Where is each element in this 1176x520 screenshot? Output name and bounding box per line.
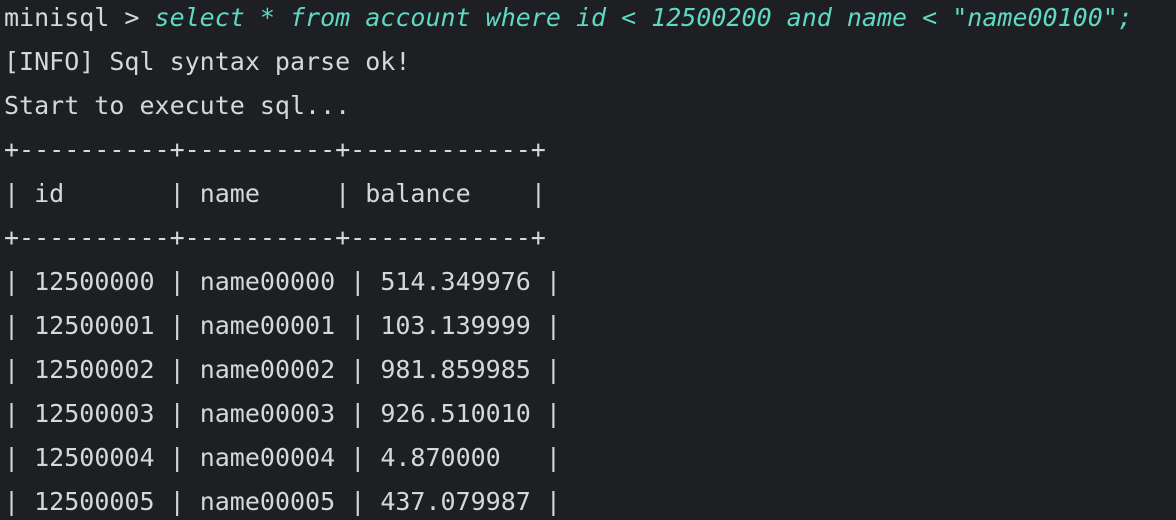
table-row: | 12500004 | name00004 | 4.870000 | xyxy=(4,443,561,472)
table-header: | id | name | balance | xyxy=(4,179,546,208)
sql-command: select * from account where id < 1250020… xyxy=(154,3,1133,32)
cell-id: 12500004 xyxy=(34,443,155,472)
cell-id: 12500002 xyxy=(34,355,155,384)
table-row: | 12500000 | name00000 | 514.349976 | xyxy=(4,267,561,296)
execute-message: Start to execute sql... xyxy=(4,91,351,120)
cell-name: name00004 xyxy=(199,443,336,472)
terminal-output[interactable]: minisql > select * from account where id… xyxy=(4,0,1176,520)
table-row: | 12500002 | name00002 | 981.859985 | xyxy=(4,355,561,384)
cell-name: name00005 xyxy=(199,487,336,516)
table-row: | 12500003 | name00003 | 926.510010 | xyxy=(4,399,561,428)
cell-id: 12500003 xyxy=(34,399,155,428)
table-border-top: +----------+----------+------------+ xyxy=(4,135,546,164)
cell-id: 12500005 xyxy=(34,487,155,516)
cell-name: name00000 xyxy=(199,267,336,296)
cell-name: name00002 xyxy=(199,355,336,384)
cell-balance: 103.139999 xyxy=(380,311,531,340)
column-header-balance: balance xyxy=(365,179,471,208)
info-message: [INFO] Sql syntax parse ok! xyxy=(4,47,411,76)
cell-balance: 926.510010 xyxy=(380,399,531,428)
table-row: | 12500001 | name00001 | 103.139999 | xyxy=(4,311,561,340)
column-header-name: name xyxy=(199,179,260,208)
prompt-text: minisql > xyxy=(4,3,155,32)
table-row: | 12500005 | name00005 | 437.079987 | xyxy=(4,487,561,516)
cell-balance: 514.349976 xyxy=(380,267,531,296)
cell-balance: 437.079987 xyxy=(380,487,531,516)
table-border-mid: +----------+----------+------------+ xyxy=(4,223,546,252)
cell-id: 12500001 xyxy=(34,311,155,340)
cell-balance: 4.870000 xyxy=(380,443,501,472)
cell-name: name00003 xyxy=(199,399,336,428)
command-line: minisql > select * from account where id… xyxy=(4,0,1176,44)
cell-name: name00001 xyxy=(199,311,336,340)
column-header-id: id xyxy=(34,179,65,208)
cell-id: 12500000 xyxy=(34,267,155,296)
cell-balance: 981.859985 xyxy=(380,355,531,384)
